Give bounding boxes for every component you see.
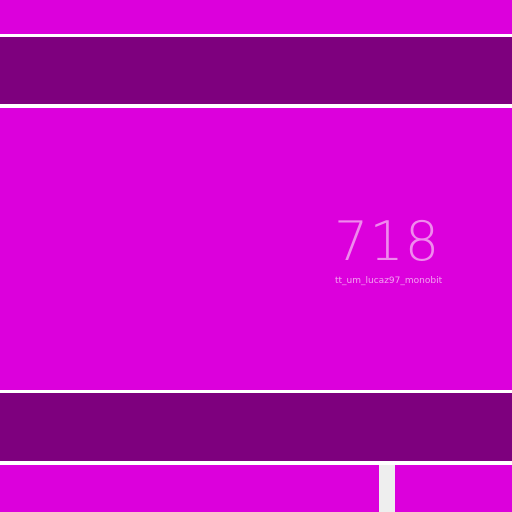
tile-value: 718 — [334, 210, 441, 273]
dark-tile-lower[interactable] — [0, 393, 512, 461]
bottom-left-tile[interactable] — [0, 465, 379, 512]
tile-screen: 718 tt_um_lucaz97_monobit — [0, 0, 512, 512]
dark-tile-upper[interactable] — [0, 37, 512, 104]
bottom-right-tile[interactable] — [395, 465, 512, 512]
tile-caption: tt_um_lucaz97_monobit — [335, 276, 443, 286]
tile-divider — [379, 465, 395, 512]
top-tile[interactable] — [0, 0, 512, 34]
